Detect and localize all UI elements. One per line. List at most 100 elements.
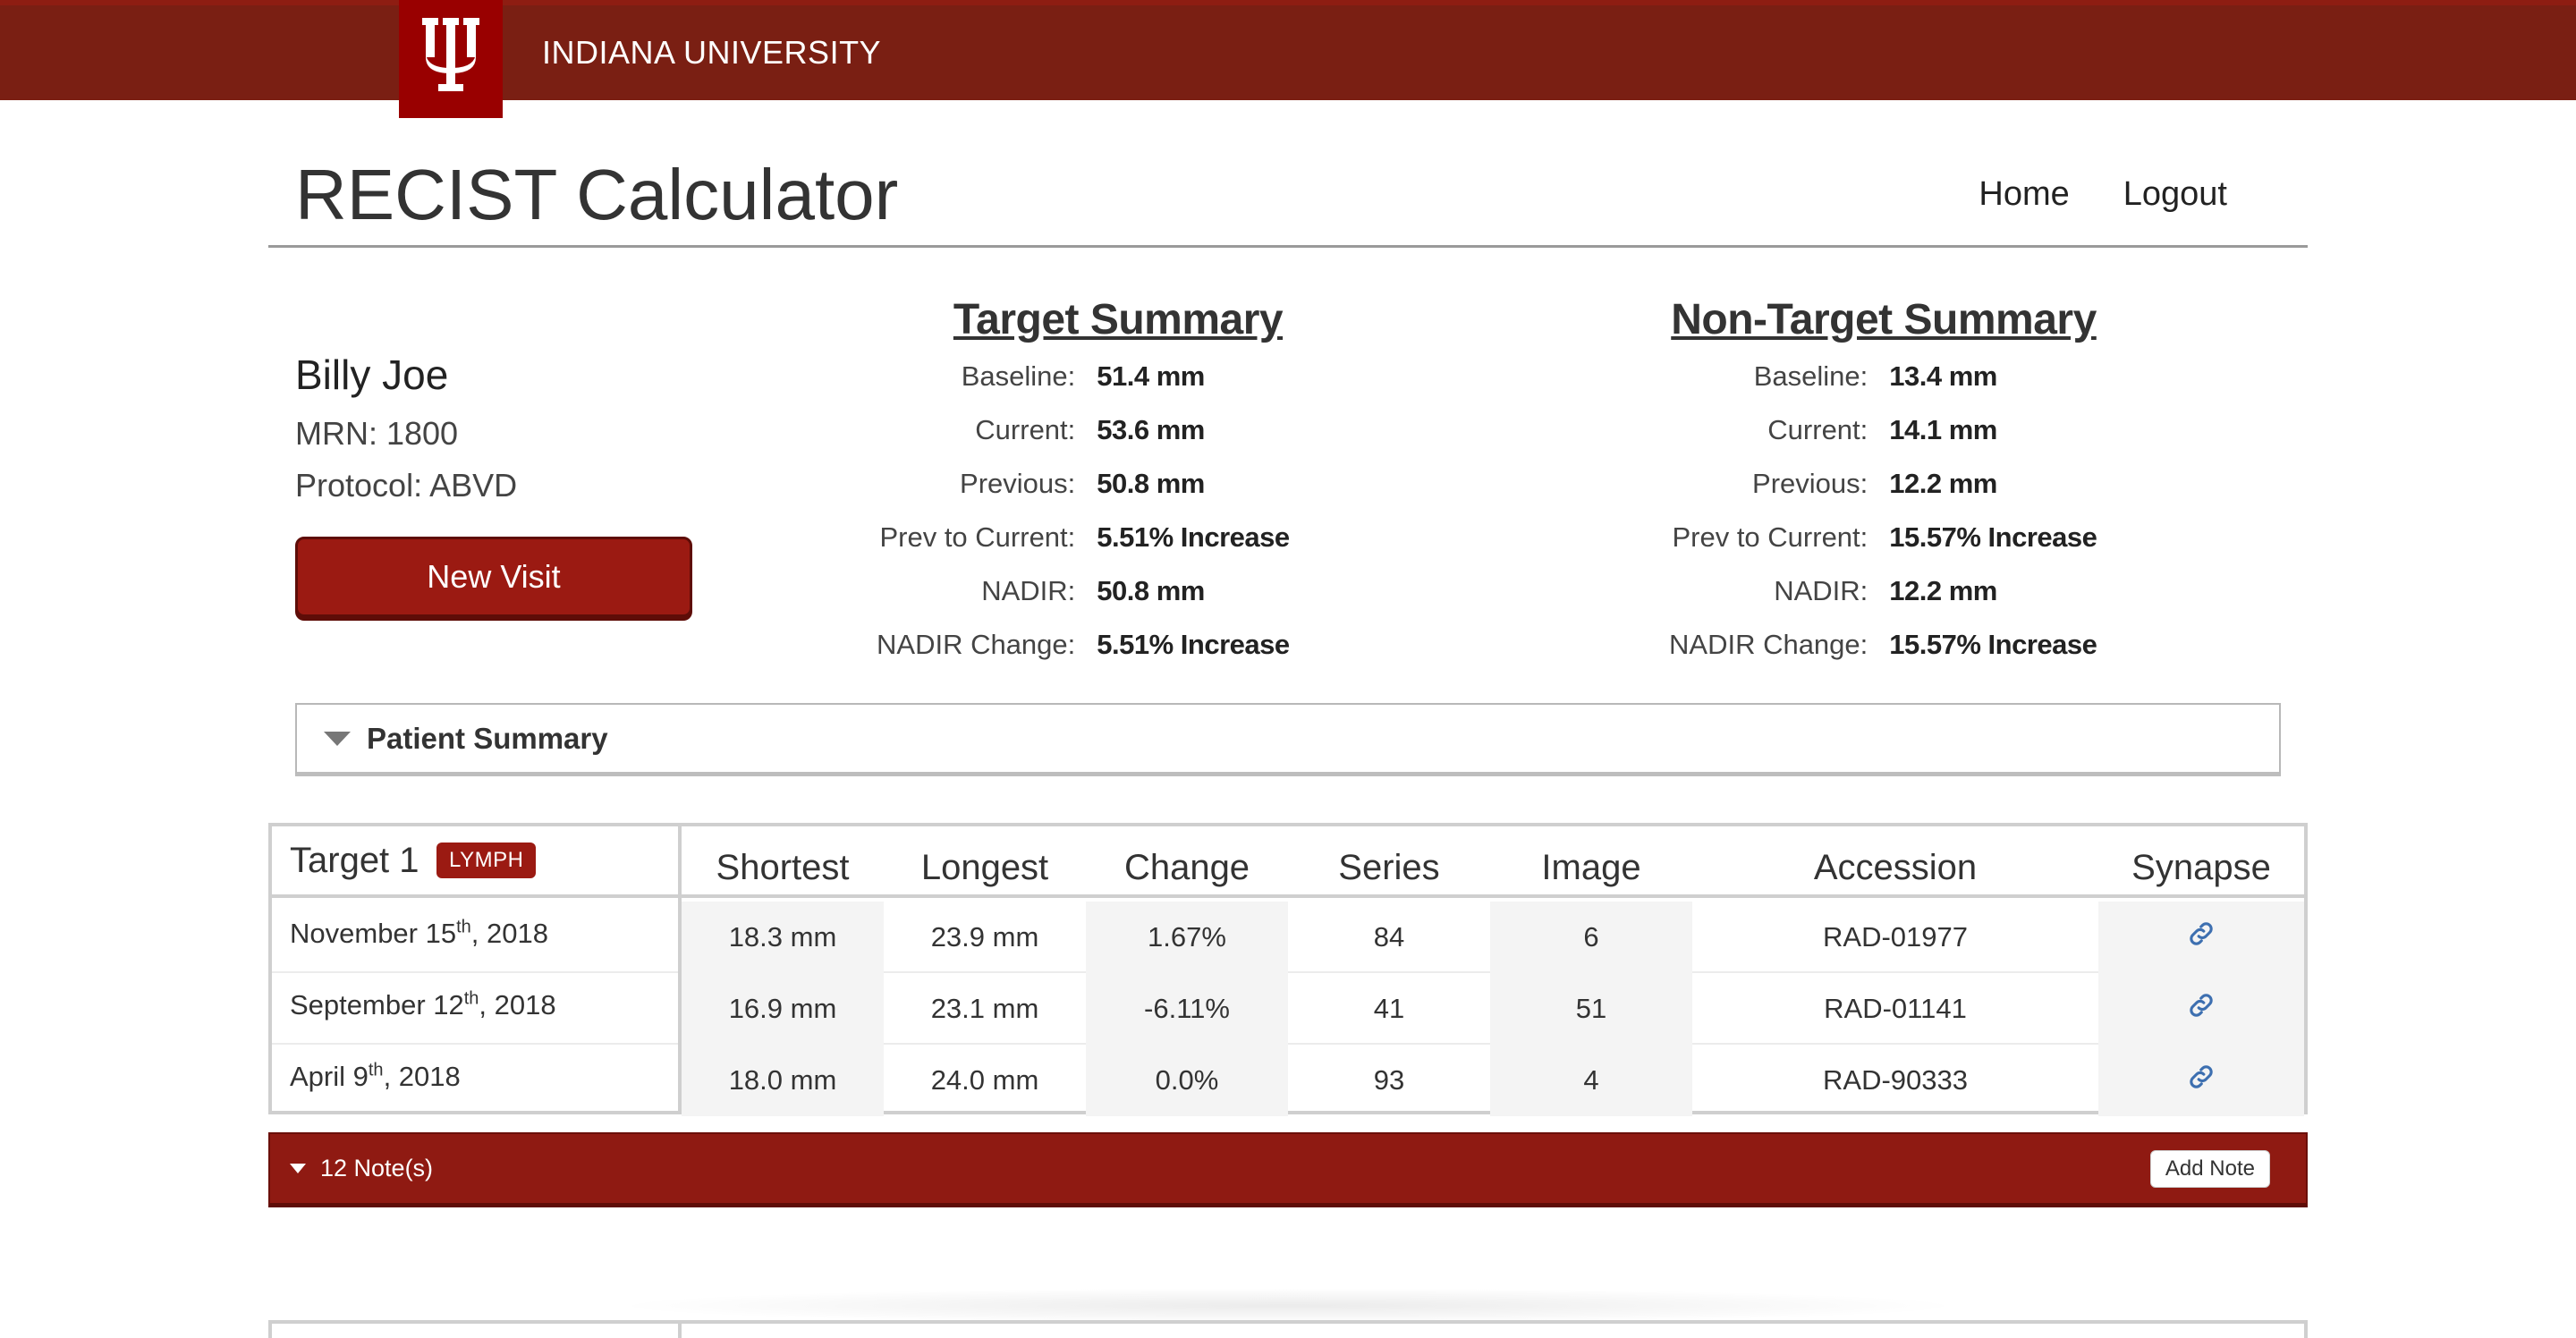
header-divider — [268, 245, 2308, 248]
add-note-button[interactable]: Add Note — [2149, 1150, 2270, 1188]
nav-home-link[interactable]: Home — [1979, 175, 2069, 214]
synapse-link[interactable] — [2186, 990, 2216, 1028]
summary-label: Previous: — [1752, 468, 1868, 499]
summary-label: NADIR Change: — [1669, 629, 1868, 660]
cell-accession: RAD-90333 — [1823, 1064, 1968, 1096]
row-date-suffix: th — [368, 1060, 384, 1080]
cell-shortest: 18.0 mm — [682, 1045, 884, 1116]
link-icon — [2190, 922, 2213, 945]
summary-label: Prev to Current: — [879, 521, 1076, 553]
new-visit-button[interactable]: New Visit — [295, 537, 692, 617]
university-bar — [0, 0, 2576, 100]
university-name[interactable]: INDIANA UNIVERSITY — [542, 34, 881, 72]
target-title: Target 1 — [290, 841, 419, 880]
summary-row: NADIR Change: 15.57% Increase — [1669, 618, 2097, 672]
summary-value: 50.8 mm — [1097, 575, 1205, 606]
link-icon — [2190, 1065, 2213, 1088]
cell-image: 6 — [1490, 902, 1692, 973]
summary-row: Prev to Current: 15.57% Increase — [1669, 511, 2097, 564]
row-date-main: November 15 — [290, 918, 457, 949]
cell-series: 84 — [1373, 921, 1405, 953]
target-type-badge: LYMPH — [436, 843, 537, 878]
cell-shortest: 18.3 mm — [682, 902, 884, 973]
patient-summary-label: Patient Summary — [367, 721, 608, 755]
summary-row: Prev to Current: 5.51% Increase — [877, 511, 1290, 564]
cell-synapse — [2098, 1045, 2304, 1116]
cell-change: 1.67% — [1086, 902, 1288, 973]
patient-protocol: Protocol: ABVD — [295, 467, 518, 504]
target-summary-table: Baseline: 51.4 mm Current: 53.6 mm Previou… — [877, 350, 1290, 672]
column-header-change: Change — [1123, 848, 1250, 887]
summary-value: 51.4 mm — [1097, 360, 1205, 392]
summary-row: Previous: 12.2 mm — [1669, 457, 2097, 511]
summary-label: Baseline: — [1753, 360, 1868, 392]
cell-shortest: 16.9 mm — [682, 973, 884, 1045]
table-row: April 9th, 2018 18.0 mm 24.0 mm 0.0% 93 … — [272, 1045, 2304, 1116]
synapse-link[interactable] — [2186, 1062, 2216, 1099]
top-nav: Home Logout — [1979, 175, 2227, 214]
summary-row: Baseline: 51.4 mm — [877, 350, 1290, 403]
row-date-main: April 9 — [290, 1061, 369, 1092]
row-date-main: September 12 — [290, 989, 464, 1020]
summary-label: Prev to Current: — [1672, 521, 1868, 553]
patient-name: Billy Joe — [295, 351, 449, 398]
summary-value: 13.4 mm — [1889, 360, 1997, 392]
summary-value: 12.2 mm — [1889, 468, 1997, 499]
summary-row: Current: 14.1 mm — [1669, 403, 2097, 457]
nav-logout-link[interactable]: Logout — [2123, 175, 2227, 214]
iu-logo[interactable] — [399, 0, 503, 118]
non-target-summary: Non-Target Summary Baseline: 13.4 mm Curr… — [1669, 295, 2098, 672]
summary-row: NADIR: 12.2 mm — [1669, 564, 2097, 618]
summary-label: Current: — [975, 414, 1076, 445]
notes-bar[interactable]: 12 Note(s) Add Note — [268, 1132, 2308, 1207]
scroll-shadow — [608, 1288, 1968, 1324]
summary-value: 15.57% Increase — [1889, 629, 2097, 660]
cell-image: 4 — [1490, 1045, 1692, 1116]
summary-row: NADIR Change: 5.51% Increase — [877, 618, 1290, 672]
target-summary-title: Target Summary — [953, 296, 1284, 343]
cell-accession: RAD-01977 — [1823, 921, 1968, 953]
summary-value: 15.57% Increase — [1889, 521, 2097, 553]
cell-series: 93 — [1373, 1064, 1405, 1096]
table-row: November 15th, 2018 18.3 mm 23.9 mm 1.67… — [272, 902, 2304, 973]
caret-down-icon — [324, 731, 351, 746]
summary-label: Baseline: — [961, 360, 1076, 392]
synapse-link[interactable] — [2186, 919, 2216, 956]
column-divider — [678, 1324, 682, 1338]
cell-synapse — [2098, 973, 2304, 1045]
summary-label: Current: — [1767, 414, 1868, 445]
cell-synapse — [2098, 902, 2304, 973]
notes-count: 12 Note(s) — [320, 1155, 434, 1181]
cell-longest: 24.0 mm — [930, 1064, 1039, 1096]
summary-label: NADIR: — [981, 575, 1076, 606]
summary-value: 53.6 mm — [1097, 414, 1205, 445]
page-title: RECIST Calculator — [295, 155, 899, 234]
summary-value: 14.1 mm — [1889, 414, 1997, 445]
cell-longest: 23.9 mm — [930, 921, 1039, 953]
summary-label: NADIR Change: — [877, 629, 1076, 660]
column-header-synapse: Synapse — [2131, 848, 2271, 887]
row-date: September 12th, 2018 — [290, 989, 556, 1021]
patient-summary-toggle[interactable]: Patient Summary — [295, 703, 2281, 776]
summary-row: Current: 53.6 mm — [877, 403, 1290, 457]
target-table: Target 1 LYMPH Shortest Longest Change S… — [268, 823, 2308, 1116]
cell-change: -6.11% — [1086, 973, 1288, 1045]
summary-label: NADIR: — [1774, 575, 1868, 606]
column-header-longest: Longest — [920, 848, 1049, 887]
summary-value: 5.51% Increase — [1097, 521, 1290, 553]
link-icon — [2190, 994, 2213, 1017]
column-header-accession: Accession — [1813, 848, 1978, 887]
column-header-series: Series — [1338, 848, 1440, 887]
row-date: April 9th, 2018 — [290, 1061, 461, 1093]
target-summary: Target Summary Baseline: 51.4 mm Current:… — [877, 295, 1360, 672]
iu-trident-icon — [422, 18, 479, 91]
non-target-summary-table: Baseline: 13.4 mm Current: 14.1 mm Previou… — [1669, 350, 2097, 672]
caret-down-icon — [290, 1164, 306, 1173]
summary-row: NADIR: 50.8 mm — [877, 564, 1290, 618]
row-date-year: , 2018 — [470, 918, 548, 949]
column-header-image: Image — [1541, 848, 1641, 887]
row-date: November 15th, 2018 — [290, 918, 548, 950]
summary-value: 5.51% Increase — [1097, 629, 1290, 660]
summary-value: 50.8 mm — [1097, 468, 1205, 499]
summary-value: 12.2 mm — [1889, 575, 1997, 606]
